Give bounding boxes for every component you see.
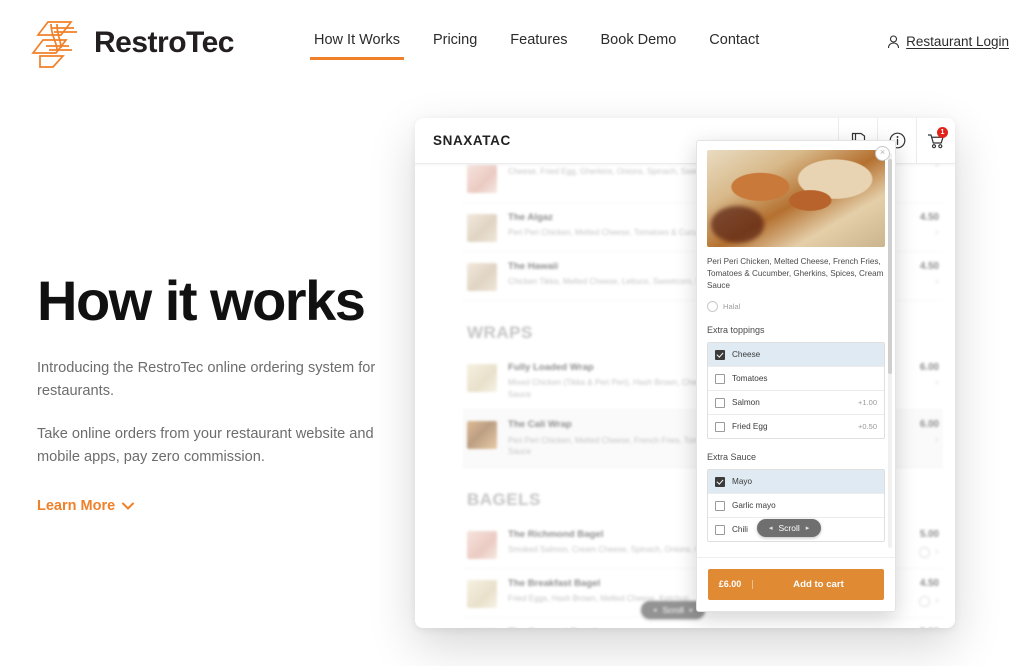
option-row-tomatoes[interactable]: Tomatoes bbox=[708, 367, 884, 392]
cart-badge: 1 bbox=[937, 127, 948, 138]
learn-more-button[interactable]: Learn More bbox=[37, 497, 135, 514]
option-row-salmon[interactable]: Salmon +1.00 bbox=[708, 391, 884, 416]
option-row-mayo[interactable]: Mayo bbox=[708, 470, 884, 495]
list-item[interactable]: The Gourmet Bagel Beef, Cheese, Gherkins… bbox=[463, 618, 943, 628]
halal-icon bbox=[918, 546, 930, 558]
halal-icon bbox=[707, 301, 718, 313]
item-price: 4.50 bbox=[919, 577, 939, 589]
item-thumbnail bbox=[467, 263, 497, 291]
nav-item-pricing[interactable]: Pricing bbox=[429, 32, 481, 60]
item-price: 5.00 bbox=[919, 528, 939, 540]
close-icon[interactable]: × bbox=[875, 146, 890, 161]
option-label: Garlic mayo bbox=[732, 501, 776, 511]
option-list-toppings: Cheese Tomatoes Salmon +1.00 Fried Egg +… bbox=[707, 342, 885, 440]
modal-footer: £6.00 Add to cart bbox=[697, 557, 895, 611]
restaurant-name: SNAXATAC bbox=[433, 133, 511, 148]
nav-item-contact[interactable]: Contact bbox=[705, 32, 763, 60]
checkbox-icon[interactable] bbox=[715, 397, 725, 408]
checkbox-icon[interactable] bbox=[715, 421, 725, 432]
brand-logo[interactable]: RestroTec bbox=[31, 16, 235, 70]
user-icon bbox=[888, 34, 900, 48]
option-label: Mayo bbox=[732, 477, 753, 487]
checkbox-icon[interactable] bbox=[715, 476, 725, 487]
item-chevron-icon: > bbox=[934, 230, 939, 237]
scroll-left-arrow-icon: ◂ bbox=[769, 525, 773, 532]
hero-paragraph-2: Take online orders from your restaurant … bbox=[37, 425, 374, 465]
option-row-cheese[interactable]: Cheese bbox=[708, 343, 884, 368]
brand-name: RestroTec bbox=[94, 26, 235, 59]
item-price: 6.00 bbox=[919, 419, 939, 431]
item-chevron-icon: > bbox=[934, 437, 939, 445]
menu-scroll-label: Scroll bbox=[662, 605, 684, 615]
modal-scrollbar-thumb[interactable] bbox=[888, 159, 892, 374]
item-description: Peri Peri Chicken, Melted Cheese, French… bbox=[707, 257, 884, 291]
item-price: 4.50 bbox=[919, 212, 939, 223]
chevron-down-icon bbox=[122, 502, 135, 510]
option-group-title-sauce: Extra Sauce bbox=[707, 452, 757, 463]
hero-section: How it works Introducing the RestroTec o… bbox=[37, 269, 397, 515]
item-thumbnail bbox=[467, 214, 497, 242]
item-chevron-icon: > bbox=[934, 380, 939, 387]
option-label: Tomatoes bbox=[732, 374, 768, 384]
item-chevron-icon: > bbox=[934, 279, 939, 286]
modal-scrollbar[interactable] bbox=[888, 153, 892, 548]
learn-more-label: Learn More bbox=[37, 497, 116, 514]
page-title: How it works bbox=[37, 269, 366, 332]
modal-scroll-area[interactable]: Peri Peri Chicken, Melted Cheese, French… bbox=[697, 141, 895, 558]
item-photo bbox=[707, 150, 885, 247]
checkbox-icon[interactable] bbox=[715, 349, 725, 360]
checkbox-icon[interactable] bbox=[715, 524, 725, 535]
add-to-cart-button[interactable]: £6.00 Add to cart bbox=[708, 569, 884, 600]
option-label: Cheese bbox=[732, 350, 761, 360]
item-price: 6.00 bbox=[919, 362, 939, 373]
nav-item-book-demo[interactable]: Book Demo bbox=[597, 32, 681, 60]
option-label: Fried Egg bbox=[732, 422, 768, 432]
item-thumbnail bbox=[467, 579, 497, 608]
cart-button[interactable]: 1 bbox=[916, 118, 955, 163]
option-row-garlic-mayo[interactable]: Garlic mayo bbox=[708, 494, 884, 519]
nav-item-features[interactable]: Features bbox=[506, 32, 571, 60]
main-nav: How It Works Pricing Features Book Demo … bbox=[310, 32, 763, 60]
checkbox-icon[interactable] bbox=[715, 500, 725, 511]
cart-total-price: £6.00 bbox=[708, 580, 753, 589]
halal-label: Halal bbox=[707, 301, 885, 313]
item-thumbnail bbox=[467, 421, 497, 450]
option-row-fried-egg[interactable]: Fried Egg +0.50 bbox=[708, 415, 884, 439]
scroll-right-arrow-icon: ▸ bbox=[689, 607, 694, 614]
item-chevron-icon: > bbox=[934, 597, 939, 605]
restaurant-login-label: Restaurant Login bbox=[906, 34, 1009, 49]
restaurant-login-link[interactable]: Restaurant Login bbox=[887, 34, 1009, 49]
option-group-title-toppings: Extra toppings bbox=[707, 325, 765, 336]
modal-scroll-indicator[interactable]: ◂ Scroll ▸ bbox=[757, 519, 822, 537]
item-price: 4.50 bbox=[919, 261, 939, 272]
item-price: 5.00 bbox=[920, 627, 939, 628]
scroll-right-arrow-icon: ▸ bbox=[805, 525, 810, 532]
item-thumbnail bbox=[467, 530, 497, 559]
hero-paragraph-1: Introducing the RestroTec online orderin… bbox=[37, 359, 376, 399]
item-thumbnail bbox=[467, 364, 497, 392]
option-label: Chili bbox=[732, 525, 748, 535]
checkbox-icon[interactable] bbox=[715, 373, 725, 384]
option-extra-price: +1.00 bbox=[858, 398, 877, 408]
site-header: RestroTec How It Works Pricing Features … bbox=[0, 0, 1024, 86]
option-extra-price: +0.50 bbox=[858, 422, 877, 432]
item-thumbnail bbox=[467, 165, 497, 193]
cutlery-logo-icon bbox=[31, 21, 77, 68]
item-name: The Gourmet Bagel bbox=[508, 627, 876, 628]
scroll-left-arrow-icon: ◂ bbox=[653, 607, 657, 614]
app-mockup: SNAXATAC 1 Cheese, Fried Egg, Gherkins, … bbox=[415, 118, 955, 628]
add-to-cart-label: Add to cart bbox=[793, 579, 844, 590]
modal-scroll-label: Scroll bbox=[778, 523, 800, 533]
halal-icon bbox=[918, 595, 930, 607]
nav-item-how-it-works[interactable]: How It Works bbox=[310, 32, 404, 60]
item-chevron-icon: > bbox=[934, 548, 939, 556]
halal-text: Halal bbox=[723, 302, 741, 312]
item-detail-modal: × Peri Peri Chicken, Melted Cheese, Fren… bbox=[696, 140, 896, 612]
option-label: Salmon bbox=[732, 398, 760, 408]
